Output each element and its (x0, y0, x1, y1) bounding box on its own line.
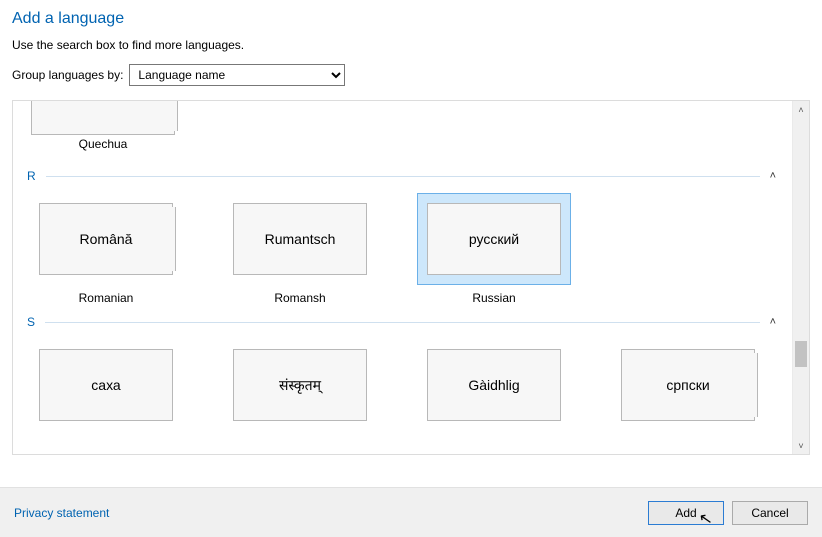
section-header-R: R ˄ (27, 169, 786, 183)
collapse-icon[interactable]: ˄ (766, 316, 786, 328)
search-hint: Use the search box to find more language… (12, 38, 810, 52)
privacy-link[interactable]: Privacy statement (14, 506, 109, 520)
tile-caption: Romanian (29, 291, 183, 305)
tile-native-label: Rumantsch (233, 203, 367, 275)
language-tile-scottish-gaelic[interactable]: Gàidhlig (417, 339, 571, 431)
scrollbar[interactable]: ˄ ˅ (792, 101, 809, 454)
language-tile-partial[interactable]: Quechua (27, 105, 786, 145)
scroll-thumb[interactable] (795, 341, 807, 367)
tile-native-label: русский (427, 203, 561, 275)
language-tile-sakha[interactable]: саха (29, 339, 183, 431)
tile-native-label: Gàidhlig (427, 349, 561, 421)
page-title: Add a language (12, 10, 810, 28)
language-tile-romanian[interactable]: Română Romanian (29, 193, 183, 305)
group-by-label: Group languages by: (12, 68, 123, 82)
tile-caption: Quechua (31, 137, 175, 151)
section-letter: S (27, 315, 45, 329)
language-tile-russian[interactable]: русский Russian (417, 193, 571, 305)
language-tile-serbian[interactable]: српски (611, 339, 765, 431)
tile-caption: Russian (417, 291, 571, 305)
tile-native-label: српски (621, 349, 755, 421)
scroll-up-icon[interactable]: ˄ (793, 101, 809, 118)
group-by-select[interactable]: Language name (129, 64, 345, 86)
add-button[interactable]: Add (648, 501, 724, 525)
section-letter: R (27, 169, 46, 183)
section-header-S: S ˄ (27, 315, 786, 329)
tile-native-label: саха (39, 349, 173, 421)
scroll-down-icon[interactable]: ˅ (793, 437, 809, 454)
tile-caption: Romansh (223, 291, 377, 305)
language-tile-sanskrit[interactable]: संस्कृतम् (223, 339, 377, 431)
cancel-button[interactable]: Cancel (732, 501, 808, 525)
language-list-container: Quechua R ˄ Română Romanian Rumantsch Ro… (12, 100, 810, 455)
tile-native-label: Română (39, 203, 173, 275)
language-tile-romansh[interactable]: Rumantsch Romansh (223, 193, 377, 305)
footer: Privacy statement Add Cancel ↖ (0, 487, 822, 537)
tile-native-label: संस्कृतम् (233, 349, 367, 421)
collapse-icon[interactable]: ˄ (766, 170, 786, 182)
